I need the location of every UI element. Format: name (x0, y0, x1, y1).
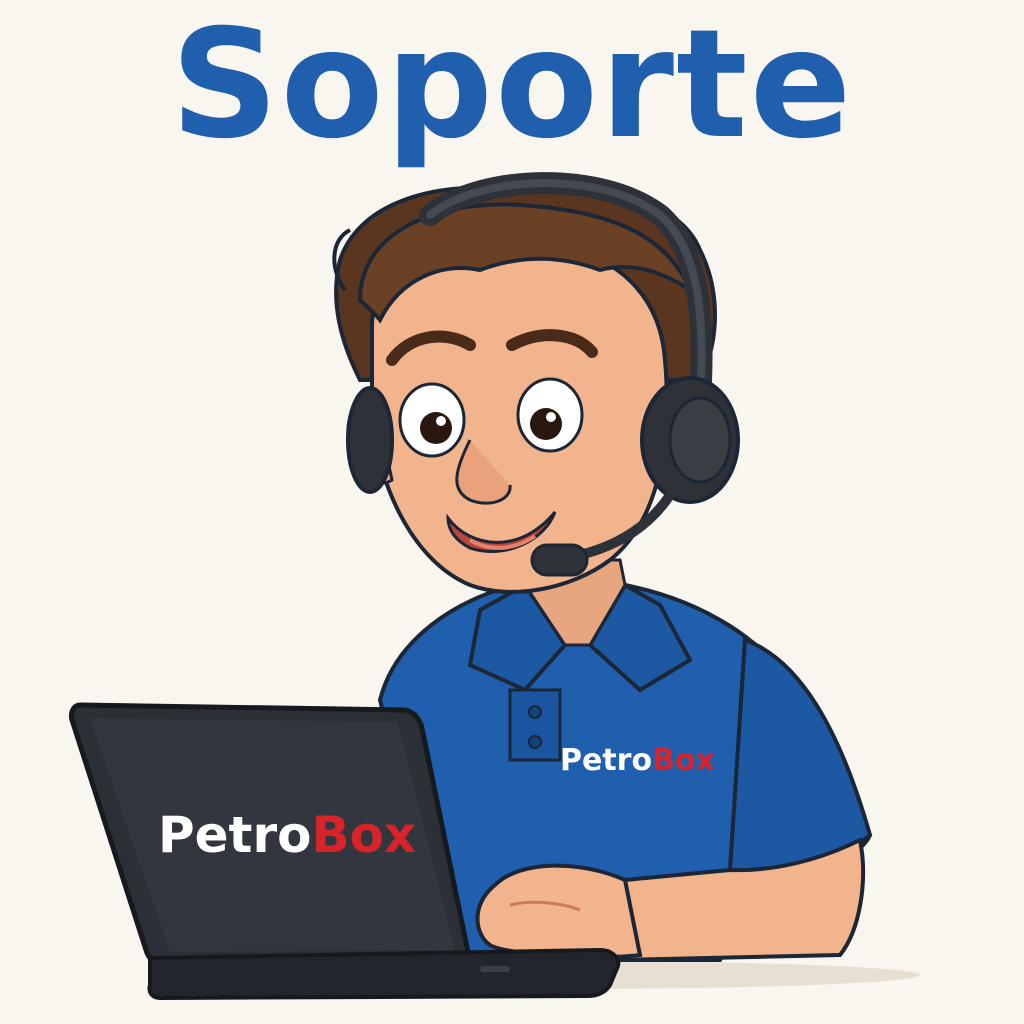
shirt-brand-part2: Box (652, 743, 715, 778)
support-illustration: Soporte PetroBox PetroBox (0, 0, 1024, 1024)
laptop-brand-part2: Box (311, 806, 416, 864)
laptop-brand-part1: Petro (158, 806, 311, 864)
shirt-brand-part1: Petro (560, 743, 652, 778)
support-agent-scene: PetroBox PetroBox (69, 172, 920, 1001)
agent-head (332, 185, 717, 594)
shirt-brand-logo: PetroBox (560, 743, 715, 778)
laptop-brand-logo: PetroBox (158, 806, 416, 864)
